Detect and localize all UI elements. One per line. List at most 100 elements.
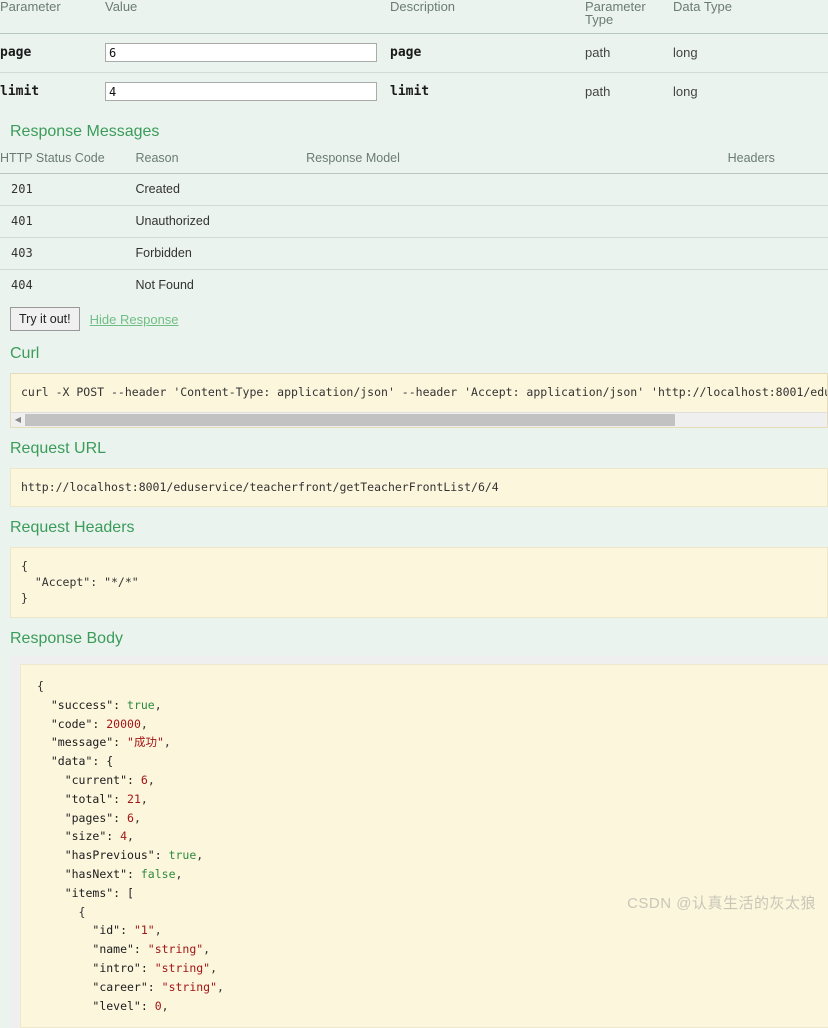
json-token: ,: [217, 979, 224, 994]
table-row: 201 Created: [0, 173, 828, 206]
json-token: 0: [154, 998, 162, 1013]
data-type-limit: long: [673, 84, 698, 99]
response-body-heading: Response Body: [10, 630, 123, 647]
response-body-container: { "success": true, "code": 20000, "messa…: [10, 656, 828, 1028]
json-token: ,: [140, 791, 148, 806]
request-headers-heading: Request Headers: [10, 519, 135, 536]
request-url-text: http://localhost:8001/eduservice/teacher…: [21, 480, 499, 494]
table-row: 401 Unauthorized: [0, 205, 828, 238]
json-token: ,: [203, 942, 211, 957]
response-messages-header-row: HTTP Status Code Reason Response Model H…: [0, 151, 828, 174]
column-header-parameter: Parameter: [0, 0, 105, 34]
response-messages-table: HTTP Status Code Reason Response Model H…: [0, 151, 828, 301]
curl-command-text: curl -X POST --header 'Content-Type: app…: [21, 385, 828, 399]
json-token: "level":: [92, 998, 155, 1013]
status-model-201: [306, 173, 728, 206]
json-token: 6: [140, 772, 148, 787]
json-token: "hasNext":: [64, 866, 141, 881]
status-reason-401: Unauthorized: [135, 205, 307, 238]
json-token: ,: [140, 716, 148, 731]
json-token: {: [78, 904, 86, 919]
response-body-code-block: { "success": true, "code": 20000, "messa…: [20, 664, 828, 1028]
json-token: ,: [163, 735, 171, 750]
json-token: true: [127, 697, 155, 712]
column-header-value: Value: [105, 0, 390, 34]
column-header-reason: Reason: [135, 151, 307, 174]
json-token: "pages":: [64, 810, 128, 825]
param-name-limit: limit: [0, 84, 40, 99]
data-type-page: long: [673, 33, 828, 73]
table-row: page page path long: [0, 33, 828, 73]
status-model-403: [306, 237, 728, 270]
status-headers-404: [728, 270, 828, 302]
response-messages-heading: Response Messages: [10, 123, 160, 140]
request-url-heading: Request URL: [10, 440, 107, 457]
table-row: 403 Forbidden: [0, 237, 828, 270]
param-description-limit: limit: [390, 84, 430, 99]
column-header-http-status-code: HTTP Status Code: [0, 151, 136, 174]
json-token: "hasPrevious":: [64, 848, 169, 863]
response-body-json-text: { "success": true, "code": 20000, "messa…: [37, 677, 828, 1015]
scrollbar-thumb[interactable]: [25, 414, 675, 426]
curl-code-block: curl -X POST --header 'Content-Type: app…: [10, 373, 828, 428]
json-token: "成功": [127, 735, 164, 750]
json-token: false: [140, 866, 176, 881]
limit-input[interactable]: [105, 82, 377, 101]
json-token: 6: [127, 810, 134, 825]
json-token: ,: [210, 960, 218, 975]
parameters-header-row: Parameter Value Description Parameter Ty…: [0, 0, 828, 34]
json-token: true: [168, 848, 197, 863]
json-token: "size":: [64, 829, 121, 844]
json-token: ,: [133, 810, 141, 825]
json-token: "total":: [64, 791, 128, 806]
status-reason-403: Forbidden: [135, 237, 307, 270]
param-description-page: page: [390, 33, 585, 73]
request-headers-block: { "Accept": "*/*" }: [10, 547, 828, 618]
table-row: limit limit path long: [0, 73, 828, 112]
column-header-headers: Headers: [727, 151, 828, 174]
json-token: ,: [127, 829, 134, 844]
response-messages-body: 201 Created 401 Unauthorized 403 Forbidd…: [0, 173, 828, 302]
parameter-type-line2: Type: [585, 12, 614, 27]
json-token: "string": [154, 960, 211, 975]
hide-response-link[interactable]: Hide Response: [90, 312, 179, 327]
status-model-401: [306, 205, 728, 238]
json-token: ,: [196, 848, 204, 863]
json-token: ,: [147, 772, 155, 787]
json-token: "1": [133, 923, 155, 938]
curl-horizontal-scrollbar[interactable]: ◀: [11, 412, 827, 427]
json-token: 20000: [106, 716, 141, 731]
column-header-data-type: Data Type: [673, 0, 828, 34]
status-headers-201: [727, 173, 828, 206]
json-token: ,: [154, 923, 162, 938]
json-token: "items": [: [64, 885, 134, 900]
action-button-row: Try it out! Hide Response: [0, 307, 828, 331]
json-token: "message":: [50, 735, 128, 750]
column-header-parameter-type: Parameter Type: [585, 0, 673, 34]
status-model-404: [306, 270, 728, 302]
json-token: ,: [154, 697, 162, 712]
json-token: "string": [161, 979, 218, 994]
request-headers-text: { "Accept": "*/*" }: [21, 559, 139, 605]
param-name-page: page: [0, 33, 105, 73]
status-code-404: 404: [11, 278, 33, 292]
json-token: 4: [120, 829, 128, 844]
json-token: "string": [147, 942, 204, 957]
status-reason-404: Not Found: [135, 278, 194, 292]
json-token: "name":: [92, 942, 148, 957]
curl-heading: Curl: [10, 345, 40, 362]
table-row: 404 Not Found: [0, 270, 828, 302]
json-token: "intro":: [92, 960, 155, 975]
parameters-table: Parameter Value Description Parameter Ty…: [0, 0, 828, 111]
parameters-body: page page path long limit limit path lon…: [0, 33, 828, 112]
scroll-left-arrow-icon[interactable]: ◀: [11, 413, 25, 427]
try-it-out-button[interactable]: Try it out!: [10, 307, 80, 331]
status-headers-403: [727, 237, 828, 270]
status-code-403: 403: [0, 237, 136, 270]
request-url-block: http://localhost:8001/eduservice/teacher…: [10, 468, 828, 507]
json-token: ,: [161, 998, 169, 1013]
status-code-201: 201: [0, 173, 136, 206]
status-headers-401: [727, 205, 828, 238]
param-type-limit: path: [585, 84, 611, 99]
page-input[interactable]: [105, 43, 377, 62]
